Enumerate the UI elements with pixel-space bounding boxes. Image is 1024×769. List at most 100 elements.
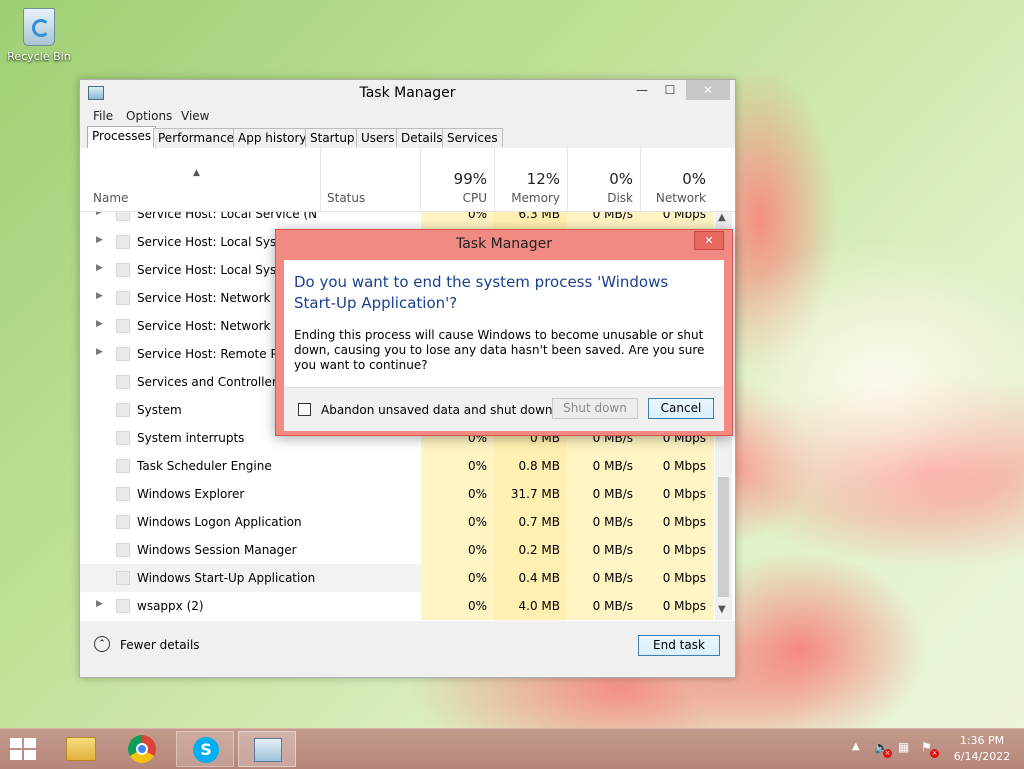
process-name: Task Scheduler Engine	[137, 459, 272, 473]
scroll-thumb[interactable]	[718, 477, 729, 597]
tab-performance[interactable]: Performance	[153, 128, 240, 147]
process-cpu: 0%	[467, 487, 487, 501]
column-network[interactable]: Network	[640, 191, 706, 205]
expand-chevron-icon[interactable]: ▶	[96, 347, 103, 357]
process-memory: 4.0 MB	[518, 599, 560, 613]
dialog-close-button[interactable]: ✕	[694, 231, 724, 250]
process-memory: 0.8 MB	[518, 459, 560, 473]
taskbar-skype[interactable]: S	[176, 731, 234, 767]
column-memory[interactable]: Memory	[494, 191, 560, 205]
dialog-footer: Abandon unsaved data and shut down. Shut…	[284, 387, 724, 431]
process-cpu: 0%	[467, 571, 487, 585]
taskbar-chrome[interactable]	[114, 731, 172, 767]
table-row[interactable]: Windows Session Manager 0% 0.2 MB 0 MB/s 0 M…	[80, 536, 714, 564]
network-icon[interactable]: ▦	[898, 740, 914, 756]
close-button[interactable]: ✕	[686, 80, 730, 100]
table-row[interactable]: Windows Logon Application 0% 0.7 MB 0 MB/s 0…	[80, 508, 714, 536]
expand-chevron-icon[interactable]: ▶	[96, 235, 103, 245]
start-button[interactable]	[10, 738, 36, 760]
tab-services[interactable]: Services	[442, 128, 503, 147]
process-name: wsappx (2)	[137, 599, 204, 613]
tab-details[interactable]: Details	[396, 128, 448, 147]
process-icon	[116, 403, 130, 417]
tab-app-history[interactable]: App history	[233, 128, 312, 147]
dialog-title: Task Manager	[455, 236, 553, 252]
dialog-body: Do you want to end the system process 'W…	[284, 260, 724, 431]
process-memory: 0.7 MB	[518, 515, 560, 529]
memory-total: 12%	[526, 170, 560, 188]
tab-startup[interactable]: Startup	[305, 128, 360, 147]
network-total: 0%	[682, 170, 706, 188]
table-row[interactable]: Task Scheduler Engine 0% 0.8 MB 0 MB/s 0 Mbp…	[80, 452, 714, 480]
process-network: 0 Mbps	[662, 515, 706, 529]
process-icon	[116, 571, 130, 585]
chevron-up-icon[interactable]: ⌃	[94, 636, 110, 652]
process-network: 0 Mbps	[662, 599, 706, 613]
process-icon	[116, 543, 130, 557]
expand-chevron-icon[interactable]: ▶	[96, 319, 103, 329]
table-row[interactable]: ▶ Service Host: Local Service (No ... 0% 6.…	[80, 212, 714, 228]
expand-chevron-icon[interactable]: ▶	[96, 263, 103, 273]
volume-icon[interactable]: 🔈 ×	[874, 740, 892, 758]
column-cpu[interactable]: CPU	[421, 191, 487, 205]
tab-users[interactable]: Users	[356, 128, 400, 147]
cancel-button[interactable]: Cancel	[648, 398, 714, 419]
show-hidden-icons[interactable]: ▲	[852, 741, 860, 752]
abandon-data-checkbox[interactable]	[298, 403, 311, 416]
recycle-bin-icon	[23, 8, 55, 46]
title-bar[interactable]: Task Manager — ☐ ✕	[80, 80, 735, 106]
cpu-total: 99%	[453, 170, 487, 188]
fewer-details-link[interactable]: Fewer details	[120, 638, 200, 652]
menu-view[interactable]: View	[181, 109, 209, 123]
tab-processes[interactable]: Processes	[87, 126, 157, 148]
table-row[interactable]: Windows Explorer 0% 31.7 MB 0 MB/s 0 Mbps	[80, 480, 714, 508]
minimize-button[interactable]: —	[628, 80, 656, 100]
action-center-flag-icon[interactable]: ⚑ ×	[921, 740, 939, 758]
abandon-data-label[interactable]: Abandon unsaved data and shut down.	[321, 403, 556, 417]
process-disk: 0 MB/s	[592, 212, 633, 221]
sort-arrow-icon: ▲	[193, 168, 200, 178]
column-name[interactable]: Name	[93, 191, 128, 205]
process-memory: 31.7 MB	[510, 487, 560, 501]
process-disk: 0 MB/s	[592, 543, 633, 557]
recycle-bin-label: Recycle Bin	[7, 50, 71, 63]
expand-chevron-icon[interactable]: ▶	[96, 599, 103, 609]
skype-icon: S	[193, 737, 219, 763]
tab-bar: Processes Performance App history Startu…	[80, 126, 735, 149]
column-disk[interactable]: Disk	[567, 191, 633, 205]
process-icon	[116, 599, 130, 613]
maximize-button[interactable]: ☐	[656, 80, 684, 100]
column-header: ▲ Name Status 99% CPU 12% Memory 0% Disk…	[80, 148, 735, 212]
scroll-up-icon[interactable]: ▲	[718, 212, 726, 223]
process-network: 0 Mbps	[662, 571, 706, 585]
process-network: 0 Mbps	[662, 459, 706, 473]
menu-file[interactable]: File	[93, 109, 113, 123]
process-icon	[116, 319, 130, 333]
menu-bar: File Options View	[80, 106, 735, 126]
recycle-bin[interactable]: Recycle Bin	[6, 6, 72, 63]
expand-chevron-icon[interactable]: ▶	[96, 212, 103, 217]
table-row[interactable]: Windows Start-Up Application 0% 0.4 MB 0 MB…	[80, 564, 714, 592]
process-disk: 0 MB/s	[592, 571, 633, 585]
column-status[interactable]: Status	[327, 191, 365, 205]
error-icon: ×	[930, 749, 939, 758]
scroll-down-icon[interactable]: ▼	[718, 604, 726, 615]
process-icon	[116, 291, 130, 305]
process-disk: 0 MB/s	[592, 459, 633, 473]
menu-options[interactable]: Options	[126, 109, 172, 123]
process-disk: 0 MB/s	[592, 487, 633, 501]
shut-down-button[interactable]: Shut down	[552, 398, 638, 419]
end-task-button[interactable]: End task	[638, 635, 720, 656]
system-clock[interactable]: 1:36 PM 6/14/2022	[952, 733, 1012, 765]
process-cpu: 0%	[467, 543, 487, 557]
taskbar-task-manager[interactable]	[238, 731, 296, 767]
table-row[interactable]: ▶ wsappx (2) 0% 4.0 MB 0 MB/s 0 Mbps	[80, 592, 714, 620]
windows-logo-icon	[24, 750, 36, 760]
expand-chevron-icon[interactable]: ▶	[96, 291, 103, 301]
end-process-dialog: Task Manager ✕ Do you want to end the sy…	[275, 229, 733, 436]
process-memory: 6.3 MB	[518, 212, 560, 221]
taskbar-file-explorer[interactable]	[52, 731, 110, 767]
column-divider	[320, 148, 321, 211]
muted-icon: ×	[883, 749, 892, 758]
windows-logo-icon	[10, 750, 22, 760]
